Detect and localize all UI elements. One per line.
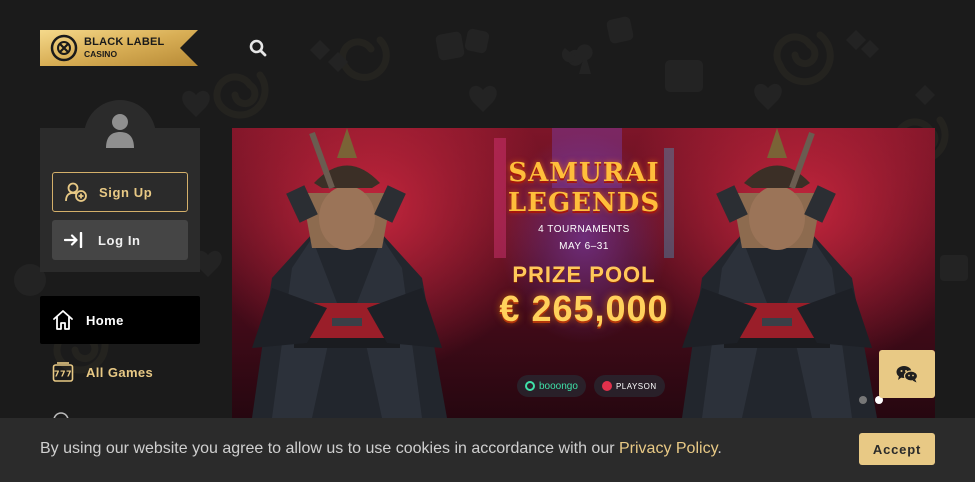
cookie-suffix: . [717,440,722,457]
accept-cookies-button[interactable]: Accept [859,433,935,465]
nav-item-home[interactable]: Home [40,296,200,344]
cookie-text: By using our website you agree to allow … [40,440,619,457]
slide-dot[interactable] [859,396,867,404]
banner-title-line1: SAMURAI [508,158,660,188]
cookie-consent-bar: By using our website you agree to allow … [0,418,975,482]
brand-name: BLACK LABEL [84,36,165,48]
provider-booongo: booongo [517,375,586,397]
banner-title-line2: LEGENDS [507,188,661,218]
booongo-logo-icon [525,381,535,391]
banner-prize-amount: € 265,000 [499,288,669,329]
banner-text-block: SAMURAI LEGENDS 4 TOURNAMENTS MAY 6–31 P… [462,158,706,330]
privacy-policy-link[interactable]: Privacy Policy [619,440,717,457]
nav-item-label: All Games [86,364,154,380]
log-in-button[interactable]: Log In [52,220,188,260]
log-in-label: Log In [98,232,141,248]
home-icon [53,310,73,330]
slot-777-icon: 777 [52,362,74,382]
brand-logo[interactable]: BLACK LABEL CASINO [40,30,198,66]
nav-item-all-games[interactable]: 777 All Games [40,352,200,392]
cookie-message: By using our website you agree to allow … [40,440,722,458]
add-user-icon [65,182,87,202]
banner-tournaments: 4 TOURNAMENTS [538,224,630,235]
banner-prize-label: PRIZE POOL [512,262,656,287]
sign-up-label: Sign Up [99,184,153,200]
search-button[interactable] [247,37,269,59]
playson-logo-icon [601,381,612,391]
provider-name: booongo [539,380,578,392]
sign-up-button[interactable]: Sign Up [52,172,188,212]
wechat-icon [896,366,918,383]
search-icon [249,39,267,57]
roulette-wheel-icon [50,34,78,62]
nav-item-label: Home [86,312,124,328]
chat-button[interactable] [879,350,935,398]
brand-subtitle: CASINO [84,49,118,59]
promo-banner[interactable]: SAMURAI LEGENDS 4 TOURNAMENTS MAY 6–31 P… [232,128,935,418]
banner-dates: MAY 6–31 [559,241,609,252]
provider-name: PLAYSON [615,381,657,391]
svg-text:777: 777 [54,370,72,379]
user-icon [106,114,134,148]
provider-playson: PLAYSON [593,375,665,397]
provider-logos: booongo PLAYSON [517,375,665,397]
login-icon [64,232,83,248]
